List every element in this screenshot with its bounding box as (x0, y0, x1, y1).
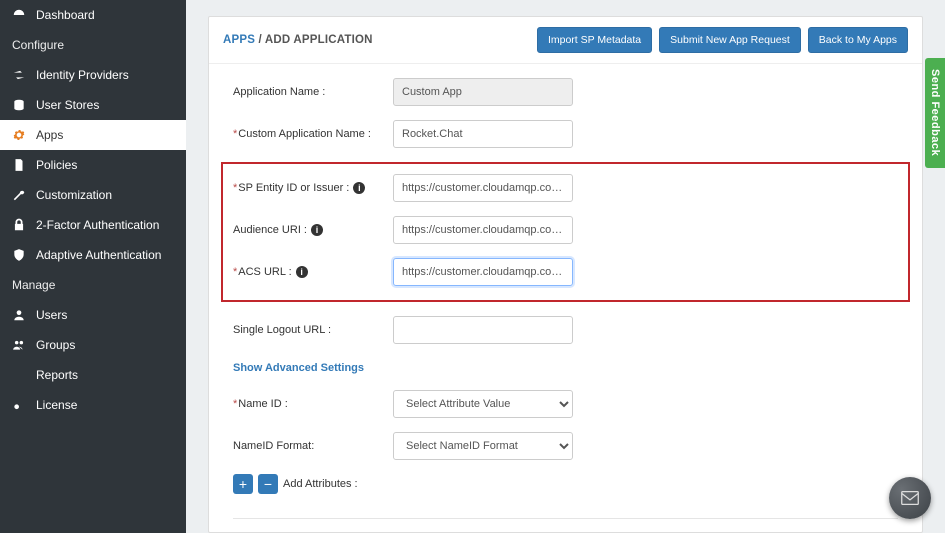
label-audience-uri: Audience URI : (233, 224, 307, 236)
row-slo-url: Single Logout URL : (233, 316, 898, 344)
send-feedback-tab[interactable]: Send Feedback (925, 58, 945, 168)
label-sp-entity: SP Entity ID or Issuer : (233, 182, 349, 194)
sidebar-item-groups[interactable]: Groups (0, 330, 186, 360)
sidebar-item-label: Adaptive Authentication (36, 248, 161, 262)
section-add-policy: ADD POLICY (233, 518, 898, 532)
users-icon (12, 338, 26, 352)
breadcrumb-add: ADD APPLICATION (265, 34, 373, 46)
sidebar-item-reports[interactable]: Reports (0, 360, 186, 390)
key-icon (12, 398, 26, 412)
row-acs-url: ACS URL : i (233, 258, 898, 286)
sidebar-heading-configure: Configure (0, 30, 186, 60)
row-add-attributes: + − Add Attributes : (233, 474, 898, 494)
label-application-name: Application Name : (233, 86, 393, 98)
shield-icon (12, 248, 26, 262)
sidebar-item-adaptive-auth[interactable]: Adaptive Authentication (0, 240, 186, 270)
sidebar-item-label: Dashboard (36, 8, 95, 22)
sidebar-item-label: Groups (36, 338, 75, 352)
sidebar: Dashboard Configure Identity Providers U… (0, 0, 186, 533)
row-name-id: Name ID : Select Attribute Value (233, 390, 898, 418)
custom-app-name-input[interactable] (393, 120, 573, 148)
label-custom-app-name: Custom Application Name : (233, 128, 371, 140)
database-icon (12, 98, 26, 112)
label-slo-url: Single Logout URL : (233, 324, 393, 336)
sidebar-item-license[interactable]: License (0, 390, 186, 420)
app-card: APPS / ADD APPLICATION Import SP Metadat… (208, 16, 923, 533)
row-nameid-format: NameID Format: Select NameID Format (233, 432, 898, 460)
nameid-format-select[interactable]: Select NameID Format (393, 432, 573, 460)
application-name-input (393, 78, 573, 106)
audience-uri-input[interactable] (393, 216, 573, 244)
sidebar-item-label: Customization (36, 188, 112, 202)
show-advanced-settings-link[interactable]: Show Advanced Settings (233, 358, 364, 390)
tachometer-icon (12, 8, 26, 22)
breadcrumb: APPS / ADD APPLICATION (223, 34, 373, 46)
label-name-id: Name ID : (233, 398, 288, 410)
sidebar-item-label: 2-Factor Authentication (36, 218, 159, 232)
sidebar-heading-manage: Manage (0, 270, 186, 300)
main-content: APPS / ADD APPLICATION Import SP Metadat… (186, 0, 945, 533)
header-actions: Import SP Metadata Submit New App Reques… (537, 27, 908, 53)
exchange-icon (12, 68, 26, 82)
label-acs-url: ACS URL : (233, 266, 292, 278)
user-icon (12, 308, 26, 322)
add-attribute-button[interactable]: + (233, 474, 253, 494)
back-to-my-apps-button[interactable]: Back to My Apps (808, 27, 908, 53)
slo-url-input[interactable] (393, 316, 573, 344)
row-application-name: Application Name : (233, 78, 898, 106)
wrench-icon (12, 188, 26, 202)
sidebar-item-policies[interactable]: Policies (0, 150, 186, 180)
info-icon[interactable]: i (353, 182, 365, 194)
sidebar-item-label: Policies (36, 158, 77, 172)
breadcrumb-apps[interactable]: APPS (223, 34, 255, 46)
sidebar-item-label: Users (36, 308, 67, 322)
import-sp-metadata-button[interactable]: Import SP Metadata (537, 27, 652, 53)
sidebar-item-dashboard[interactable]: Dashboard (0, 0, 186, 30)
sidebar-item-label: Apps (36, 128, 63, 142)
sidebar-item-identity-providers[interactable]: Identity Providers (0, 60, 186, 90)
label-add-attributes: Add Attributes : (283, 478, 358, 490)
label-nameid-format: NameID Format: (233, 440, 393, 452)
lock-icon (12, 218, 26, 232)
remove-attribute-button[interactable]: − (258, 474, 278, 494)
acs-url-input[interactable] (393, 258, 573, 286)
row-sp-entity: SP Entity ID or Issuer : i (233, 174, 898, 202)
envelope-icon (899, 487, 921, 509)
sidebar-item-label: Reports (36, 368, 78, 382)
sidebar-item-label: Identity Providers (36, 68, 129, 82)
row-custom-app-name: Custom Application Name : (233, 120, 898, 148)
name-id-select[interactable]: Select Attribute Value (393, 390, 573, 418)
sidebar-item-customization[interactable]: Customization (0, 180, 186, 210)
sidebar-item-users[interactable]: Users (0, 300, 186, 330)
sidebar-item-label: License (36, 398, 77, 412)
document-icon (12, 158, 26, 172)
submit-new-app-button[interactable]: Submit New App Request (659, 27, 801, 53)
breadcrumb-sep: / (259, 34, 262, 46)
row-audience-uri: Audience URI : i (233, 216, 898, 244)
card-header: APPS / ADD APPLICATION Import SP Metadat… (209, 17, 922, 64)
chart-icon (12, 368, 26, 382)
card-body[interactable]: Application Name : Custom Application Na… (209, 64, 922, 532)
sidebar-item-user-stores[interactable]: User Stores (0, 90, 186, 120)
info-icon[interactable]: i (296, 266, 308, 278)
sp-entity-input[interactable] (393, 174, 573, 202)
sidebar-item-label: User Stores (36, 98, 99, 112)
gear-icon (12, 128, 26, 142)
highlight-box: SP Entity ID or Issuer : i Audience URI :… (221, 162, 910, 302)
sidebar-item-apps[interactable]: Apps (0, 120, 186, 150)
info-icon[interactable]: i (311, 224, 323, 236)
sidebar-item-2fa[interactable]: 2-Factor Authentication (0, 210, 186, 240)
contact-mail-button[interactable] (889, 477, 931, 519)
